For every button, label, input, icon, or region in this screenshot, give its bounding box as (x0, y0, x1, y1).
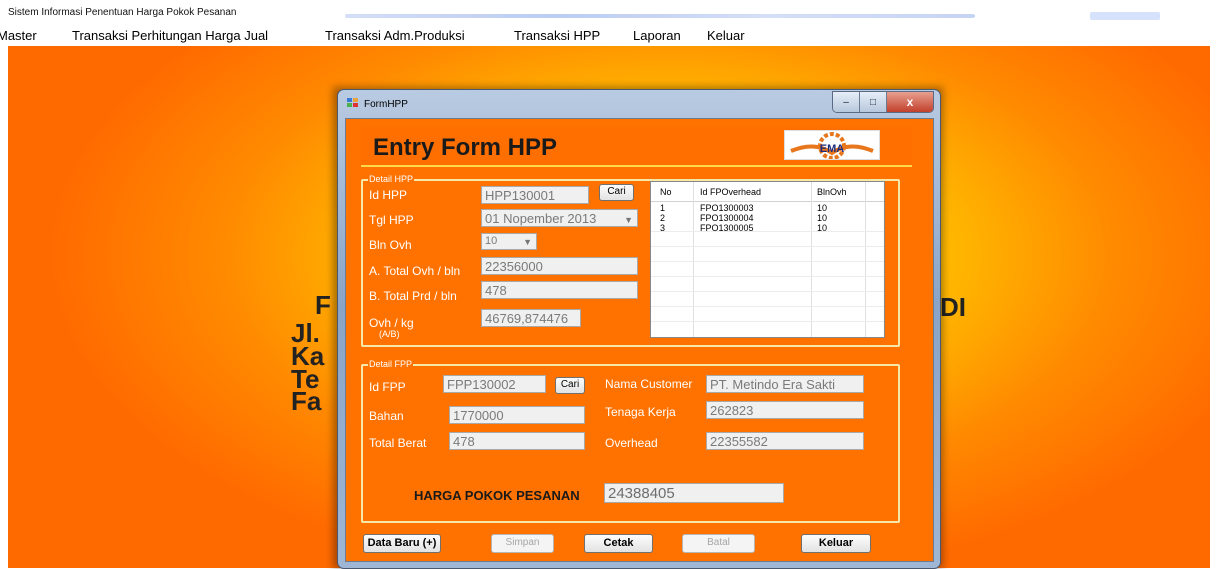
bahan-label: Bahan (369, 409, 404, 423)
company-logo: EMA (784, 130, 880, 160)
id-hpp-label: Id HPP (369, 188, 408, 202)
bln-ovh-value: 10 (485, 235, 498, 247)
total-berat-label: Total Berat (369, 436, 427, 450)
grid-row-line (651, 261, 884, 262)
cetak-button[interactable]: Cetak (584, 534, 653, 553)
ovh-kg-label: Ovh / kg (369, 316, 414, 330)
overhead-field[interactable]: 22355582 (706, 432, 864, 450)
bg-text-5: Fa (291, 386, 322, 416)
total-prd-label: B. Total Prd / bln (369, 289, 457, 303)
app-title: Sistem Informasi Penentuan Harga Pokok P… (8, 7, 237, 18)
ovh-kg-field[interactable]: 46769,874476 (481, 309, 581, 327)
page-title: Entry Form HPP (373, 134, 558, 161)
close-button[interactable]: x (887, 92, 933, 112)
app-titlebar: Sistem Informasi Penentuan Harga Pokok P… (0, 0, 1218, 24)
harga-pokok-field[interactable]: 24388405 (604, 483, 784, 503)
window-title: FormHPP (364, 99, 408, 110)
detail-fpp-caption: Detail FPP (368, 359, 414, 369)
bg-text-right: DI (940, 292, 966, 322)
form-hpp-window: FormHPP – □ x Entry Form HPP EMA Detail … (337, 89, 941, 569)
maximize-button[interactable]: □ (860, 92, 887, 112)
main-menu: Master Transaksi Perhitungan Harga Jual … (0, 24, 1218, 46)
grid-cell-bln[interactable]: 10 (817, 213, 827, 223)
batal-button[interactable]: Batal (682, 534, 755, 553)
grid-cell-id[interactable]: FPO1300004 (700, 213, 754, 223)
cari-fpp-button[interactable]: Cari (555, 377, 585, 394)
form-icon (347, 98, 358, 107)
grid-row-line (651, 246, 884, 247)
grid-col-bln[interactable]: BlnOvh (817, 187, 847, 197)
grid-row-line (651, 306, 884, 307)
tgl-hpp-datepicker[interactable]: 01 Nopember 2013 ▼ (481, 209, 638, 227)
grid-row-line (651, 276, 884, 277)
tenaga-kerja-label: Tenaga Kerja (605, 405, 676, 419)
harga-pokok-label: HARGA POKOK PESANAN (414, 488, 580, 503)
tgl-hpp-label: Tgl HPP (369, 213, 414, 227)
chevron-down-icon: ▼ (523, 237, 532, 247)
id-hpp-field[interactable]: HPP130001 (481, 186, 589, 204)
customer-field[interactable]: PT. Metindo Era Sakti (706, 375, 864, 393)
grid-cell-bln[interactable]: 10 (817, 203, 827, 213)
id-fpp-field[interactable]: FPP130002 (443, 375, 546, 393)
cari-hpp-button[interactable]: Cari (599, 184, 634, 201)
grid-col-divider (865, 182, 866, 337)
grid-col-no[interactable]: No (660, 187, 672, 197)
id-fpp-label: Id FPP (369, 380, 406, 394)
grid-cell-no[interactable]: 3 (660, 223, 665, 233)
customer-label: Nama Customer (605, 377, 693, 391)
menu-transaksi-adm-produksi[interactable]: Transaksi Adm.Produksi (325, 28, 465, 43)
bahan-field[interactable]: 1770000 (449, 406, 585, 424)
ovh-kg-sublabel: (A/B) (379, 329, 400, 339)
grid-cell-id[interactable]: FPO1300005 (700, 223, 754, 233)
grid-col-divider (811, 182, 812, 337)
form-header: Entry Form HPP EMA (361, 127, 912, 165)
detail-hpp-caption: Detail HPP (368, 174, 415, 184)
grid-row-line (651, 231, 884, 232)
simpan-button[interactable]: Simpan (491, 534, 554, 553)
menu-transaksi-harga-jual[interactable]: Transaksi Perhitungan Harga Jual (72, 28, 268, 43)
bln-ovh-select[interactable]: 10 ▼ (481, 233, 537, 250)
gear-logo-icon: EMA (790, 132, 874, 160)
blurred-title-area (345, 14, 975, 18)
grid-cell-no[interactable]: 2 (660, 213, 665, 223)
tenaga-kerja-field[interactable]: 262823 (706, 401, 864, 419)
blurred-title-area-right (1090, 12, 1160, 20)
grid-row-line (651, 321, 884, 322)
total-berat-field[interactable]: 478 (449, 432, 585, 450)
menu-transaksi-hpp[interactable]: Transaksi HPP (514, 28, 600, 43)
grid-row-line (651, 291, 884, 292)
form-client-area: Entry Form HPP EMA Detail HPP Id HPP HPP… (345, 118, 934, 562)
grid-cell-bln[interactable]: 10 (817, 223, 827, 233)
menu-keluar[interactable]: Keluar (707, 28, 745, 43)
overhead-label: Overhead (605, 436, 658, 450)
grid-col-divider (693, 182, 694, 337)
minimize-button[interactable]: – (833, 92, 860, 112)
overhead-grid[interactable]: No Id FPOverhead BlnOvh 1 FPO1300003 10 … (650, 181, 885, 338)
menu-laporan[interactable]: Laporan (633, 28, 681, 43)
grid-cell-id[interactable]: FPO1300003 (700, 203, 754, 213)
bln-ovh-label: Bln Ovh (369, 238, 412, 252)
total-ovh-label: A. Total Ovh / bln (369, 264, 461, 278)
grid-col-id[interactable]: Id FPOverhead (700, 187, 761, 197)
menu-master[interactable]: Master (0, 28, 37, 43)
data-baru-button[interactable]: Data Baru (+) (363, 534, 441, 553)
logo-text: EMA (820, 143, 845, 155)
grid-header: No Id FPOverhead BlnOvh (651, 182, 884, 202)
window-controls: – □ x (832, 91, 934, 113)
chevron-down-icon: ▼ (624, 215, 633, 225)
tgl-hpp-value: 01 Nopember 2013 (485, 211, 597, 226)
header-divider (361, 165, 912, 167)
grid-cell-no[interactable]: 1 (660, 203, 665, 213)
bg-text-1: F (315, 290, 331, 320)
total-prd-field[interactable]: 478 (481, 281, 638, 299)
total-ovh-field[interactable]: 22356000 (481, 257, 638, 275)
keluar-button[interactable]: Keluar (801, 534, 871, 553)
